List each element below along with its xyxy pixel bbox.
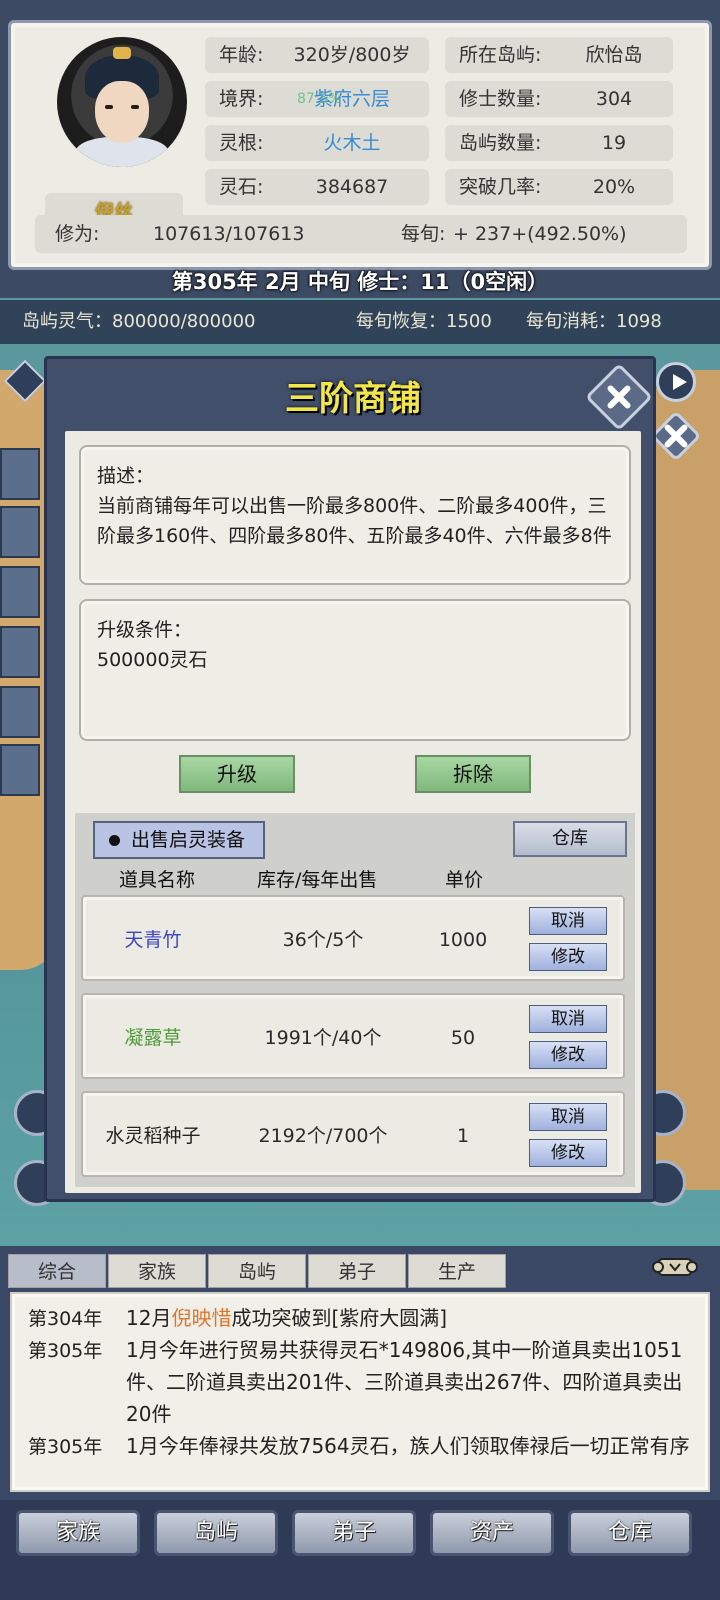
item-price: 1000 — [438, 929, 488, 951]
item-row: 水灵稻种子 2192个/700个 1 取消 修改 — [81, 1091, 625, 1177]
item-stock: 1991个/40个 — [264, 1027, 382, 1049]
item-row: 天青竹 36个/5个 1000 取消 修改 — [81, 895, 625, 981]
warehouse-button[interactable]: 仓库 — [513, 821, 627, 857]
column-header-stock: 库存/每年出售 — [257, 869, 378, 891]
cancel-button[interactable]: 取消 — [529, 907, 607, 935]
age-stat: 年龄: 320岁/800岁 — [205, 37, 429, 73]
island-stat: 所在岛屿: 欣怡岛 — [445, 37, 673, 73]
realm-stat: 境界: 紫府六层 87.5% — [205, 81, 429, 117]
islands-count-stat: 岛屿数量: 19 — [445, 125, 673, 161]
modal-title: 三阶商铺 — [285, 379, 421, 419]
scroll-toggle-icon[interactable] — [652, 1254, 698, 1280]
log-year: 第304年 — [28, 1308, 103, 1330]
modal-content: 描述： 当前商铺每年可以出售一阶最多800件、二阶最多400件，三阶最多160件… — [65, 431, 641, 1193]
tab-island[interactable]: 岛屿 — [208, 1254, 306, 1288]
nav-island-button[interactable]: 岛屿 — [154, 1510, 278, 1556]
spirit-stones-stat: 灵石: 384687 — [205, 169, 429, 205]
radio-dot-icon — [109, 835, 120, 846]
item-price: 50 — [450, 1027, 476, 1049]
date-status-bar: 第305年 2月 中旬 修士：11（0空闲） — [171, 270, 549, 294]
tab-family[interactable]: 家族 — [108, 1254, 206, 1288]
log-list[interactable]: 第304年 12月倪映惜成功突破到[紫府大圆满] 第305年 1月今年进行贸易共… — [10, 1292, 710, 1492]
bottom-navigation: 家族 岛屿 弟子 资产 仓库 — [0, 1500, 720, 1600]
nav-family-button[interactable]: 家族 — [16, 1510, 140, 1556]
tab-general[interactable]: 综合 — [8, 1254, 106, 1288]
column-header-name: 道具名称 — [119, 869, 196, 891]
map-tile[interactable] — [0, 686, 40, 738]
upgrade-frame: 升级条件： 500000灵石 — [79, 599, 631, 741]
upgrade-button[interactable]: 升级 — [179, 755, 295, 793]
edit-button[interactable]: 修改 — [529, 1041, 607, 1069]
map-tile[interactable] — [0, 566, 40, 618]
item-stock: 2192个/700个 — [258, 1125, 388, 1147]
item-name: 天青竹 — [124, 929, 182, 951]
island-land-right — [650, 370, 720, 1190]
item-name: 凝露草 — [124, 1027, 182, 1049]
breakthrough-stat: 突破几率: 20% — [445, 169, 673, 205]
character-panel: 倪丝 年龄: 320岁/800岁 境界: 紫府六层 87.5% 灵根: 火木土 … — [8, 20, 712, 270]
map-tile[interactable] — [0, 626, 40, 678]
log-entry: 1月今年进行贸易共获得灵石*149806,其中一阶道具卖出1051件、二阶道具卖… — [126, 1338, 683, 1426]
cancel-button[interactable]: 取消 — [529, 1005, 607, 1033]
item-price: 1 — [456, 1125, 470, 1147]
log-entry: 12月倪映惜成功突破到[紫府大圆满] — [126, 1306, 448, 1330]
description-text: 描述： 当前商铺每年可以出售一阶最多800件、二阶最多400件，三阶最多160件… — [97, 465, 612, 547]
cultivators-stat: 修士数量: 304 — [445, 81, 673, 117]
log-year: 第305年 — [28, 1436, 103, 1458]
log-year: 第305年 — [28, 1340, 103, 1362]
map-tile[interactable] — [0, 506, 40, 558]
cancel-button[interactable]: 取消 — [529, 1103, 607, 1131]
log-person-name: 倪映惜 — [171, 1306, 232, 1330]
cultivation-stat: 修为: 107613/107613 每旬: + 237+(492.50%) — [35, 215, 687, 253]
tab-disciples[interactable]: 弟子 — [308, 1254, 406, 1288]
realm-progress-overlay: 87.5% — [297, 91, 342, 107]
demolish-button[interactable]: 拆除 — [415, 755, 531, 793]
sell-equipment-toggle[interactable]: 出售启灵装备 — [93, 821, 265, 859]
upgrade-cost: 500000灵石 — [97, 649, 208, 671]
island-aura-bar: 岛屿灵气：800000/800000 每旬恢复：1500 每旬消耗：1098 — [0, 300, 720, 344]
nav-warehouse-button[interactable]: 仓库 — [568, 1510, 692, 1556]
edit-button[interactable]: 修改 — [529, 943, 607, 971]
play-icon[interactable] — [656, 362, 696, 402]
description-frame: 描述： 当前商铺每年可以出售一阶最多800件、二阶最多400件，三阶最多160件… — [79, 445, 631, 585]
character-avatar[interactable] — [57, 37, 187, 167]
event-log-panel: 综合 家族 岛屿 弟子 生产 第304年 12月倪映惜成功突破到[紫府大圆满] … — [0, 1246, 720, 1500]
sell-panel: 出售启灵装备 仓库 道具名称 库存/每年出售 单价 天青竹 36个/5个 100… — [75, 813, 635, 1187]
shop-modal: 三阶商铺 描述： 当前商铺每年可以出售一阶最多800件、二阶最多400件，三阶最… — [44, 356, 656, 1202]
nav-disciples-button[interactable]: 弟子 — [292, 1510, 416, 1556]
spirit-root-stat: 灵根: 火木土 — [205, 125, 429, 161]
map-tile[interactable] — [0, 744, 40, 796]
log-entry: 1月今年俸禄共发放7564灵石，族人们领取俸禄后一切正常有序 — [126, 1434, 690, 1458]
upgrade-label: 升级条件： — [97, 619, 193, 641]
tab-production[interactable]: 生产 — [408, 1254, 506, 1288]
edit-button[interactable]: 修改 — [529, 1139, 607, 1167]
map-tile[interactable] — [0, 448, 40, 500]
item-stock: 36个/5个 — [282, 929, 364, 951]
column-header-price: 单价 — [445, 869, 484, 891]
item-row: 凝露草 1991个/40个 50 取消 修改 — [81, 993, 625, 1079]
item-name: 水灵稻种子 — [105, 1125, 201, 1147]
nav-assets-button[interactable]: 资产 — [430, 1510, 554, 1556]
